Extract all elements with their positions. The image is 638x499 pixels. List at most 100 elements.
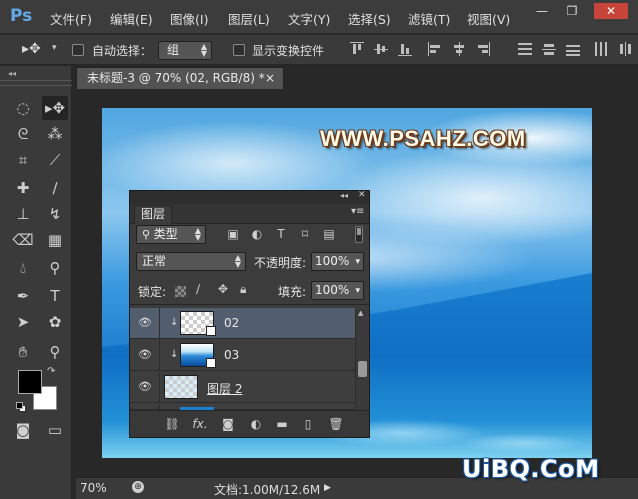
type-tool-icon[interactable]: T	[42, 284, 68, 308]
new-layer-icon[interactable]: ▯	[300, 417, 316, 431]
menu-filter[interactable]: 滤镜(T)	[408, 9, 450, 28]
lasso-tool-icon[interactable]: ᘓ	[10, 122, 36, 146]
distribute-left-icon[interactable]	[594, 42, 608, 56]
distribute-hcenter-icon[interactable]	[618, 42, 632, 56]
crop-tool-icon[interactable]: ⌗	[10, 148, 36, 172]
layer-name[interactable]: 02	[224, 316, 239, 330]
gradient-tool-icon[interactable]: ▦	[42, 228, 68, 252]
screen-mode-icon[interactable]: ▭	[42, 418, 68, 442]
fx-icon[interactable]: fx.	[192, 417, 208, 431]
filter-adjustment-icon[interactable]: ◐	[250, 227, 264, 241]
auto-select-checkbox[interactable]	[72, 44, 84, 56]
close-panel-icon[interactable]: ✕	[358, 190, 366, 200]
filter-toggle[interactable]	[355, 226, 363, 243]
healing-brush-icon[interactable]: ✚	[10, 176, 36, 200]
menu-image[interactable]: 图像(I)	[170, 9, 208, 28]
eye-icon[interactable]: 👁︎	[138, 348, 152, 362]
foreground-color-swatch[interactable]	[18, 370, 42, 394]
menu-edit[interactable]: 编辑(E)	[110, 9, 153, 28]
dodge-tool-icon[interactable]: ⚲	[42, 256, 68, 280]
status-menu-arrow-icon[interactable]: ▶	[324, 483, 331, 493]
filter-shape-icon[interactable]: ⌑	[298, 227, 312, 241]
menu-file[interactable]: 文件(F)	[50, 9, 92, 28]
link-icon[interactable]: ⛓︎	[164, 417, 180, 431]
default-colors-icon[interactable]	[16, 402, 26, 412]
panel-grip[interactable]	[0, 80, 72, 86]
blur-tool-icon[interactable]: 💧︎	[10, 256, 36, 280]
distribute-top-icon[interactable]	[518, 42, 532, 56]
collapse-panel-icon[interactable]: ◂◂	[8, 69, 16, 78]
menu-type[interactable]: 文字(Y)	[288, 9, 330, 28]
align-right-icon[interactable]	[476, 42, 490, 56]
blend-mode-dropdown[interactable]: 正常 ▲ ▼	[136, 252, 246, 271]
layer-row[interactable]: 👁︎ ↓ 02	[130, 308, 355, 339]
fill-field[interactable]: 100% ▾	[311, 281, 364, 300]
align-vcenter-icon[interactable]	[374, 42, 388, 56]
panel-menu-icon[interactable]: ▾≡	[351, 206, 364, 217]
close-window-button[interactable]: ✕	[594, 3, 628, 19]
minimize-button[interactable]: —	[530, 3, 554, 19]
align-hcenter-icon[interactable]	[452, 42, 466, 56]
panel-header[interactable]: ◂◂ ✕	[130, 190, 369, 204]
lock-position-icon[interactable]: ✥	[218, 282, 228, 296]
quick-mask-icon[interactable]: ◙	[10, 418, 36, 442]
status-info-icon[interactable]: ⊕	[132, 481, 144, 493]
history-brush-icon[interactable]: ↯	[42, 202, 68, 226]
photoshop-logo: Ps	[10, 6, 33, 26]
path-selection-icon[interactable]: ➤	[10, 310, 36, 334]
layer-row[interactable]: 👁︎ 图层 2	[130, 372, 355, 403]
collapse-panel-icon[interactable]: ◂◂	[340, 191, 348, 200]
fill-value: 100%	[315, 283, 350, 297]
eye-icon[interactable]: 👁︎	[138, 316, 152, 330]
eyedropper-icon[interactable]: ⟋	[42, 148, 68, 172]
zoom-tool-icon[interactable]: ⚲	[42, 340, 68, 364]
hand-tool-icon[interactable]: ✋︎	[10, 340, 36, 364]
move-tool-preset-icon[interactable]: ▸✥	[22, 41, 41, 57]
lock-all-icon[interactable]: 🔒︎	[240, 282, 246, 297]
layers-scrollbar[interactable]: ▲	[355, 309, 369, 409]
adjustment-icon[interactable]: ◐	[248, 417, 264, 431]
chevron-down-icon[interactable]: ▾	[52, 43, 57, 53]
marquee-tool-icon[interactable]: ◌	[10, 96, 36, 120]
trash-icon[interactable]: 🗑︎	[328, 417, 344, 431]
layer-filter-dropdown[interactable]: ⚲ 类型 ▲ ▼	[136, 225, 206, 244]
distribute-vcenter-icon[interactable]	[542, 42, 556, 56]
distribute-bottom-icon[interactable]	[566, 42, 580, 56]
show-transform-checkbox[interactable]	[233, 44, 245, 56]
auto-select-dropdown[interactable]: 组 ▲ ▼	[158, 41, 212, 60]
document-tab[interactable]: 未标题-3 @ 70% (02, RGB/8) * ×	[76, 67, 284, 89]
magic-wand-icon[interactable]: ⁂	[42, 122, 68, 146]
group-folder-icon[interactable]: ▬	[274, 417, 290, 431]
align-bottom-icon[interactable]	[398, 42, 412, 56]
filter-type-icon[interactable]: T	[274, 227, 288, 241]
lock-transparency-icon[interactable]	[175, 286, 186, 297]
close-tab-icon[interactable]: ×	[265, 68, 275, 88]
menu-view[interactable]: 视图(V)	[467, 9, 510, 28]
layer-name[interactable]: 图层 2	[207, 380, 242, 397]
move-tool-icon[interactable]: ▸✥	[42, 96, 68, 120]
swap-colors-icon[interactable]: ↷	[47, 366, 55, 377]
align-top-icon[interactable]	[350, 42, 364, 56]
layer-name[interactable]: 03	[224, 348, 239, 362]
filter-smart-object-icon[interactable]: ▤	[322, 227, 336, 241]
layer-row[interactable]: 👁︎ ↓ 03	[130, 340, 355, 371]
eye-icon[interactable]: 👁︎	[138, 380, 152, 394]
brush-tool-icon[interactable]: ∕	[42, 176, 68, 200]
restore-button[interactable]: ❐	[560, 3, 584, 19]
pen-tool-icon[interactable]: ✒	[10, 284, 36, 308]
eraser-icon[interactable]: ⌫	[10, 228, 36, 252]
zoom-level[interactable]: 70%	[80, 481, 107, 495]
scroll-up-icon[interactable]: ▲	[358, 309, 363, 317]
auto-select-value: 组	[167, 43, 180, 57]
menu-layer[interactable]: 图层(L)	[228, 9, 270, 28]
scroll-thumb[interactable]	[358, 361, 367, 377]
tab-layers[interactable]: 图层	[134, 205, 173, 224]
mask-icon[interactable]: ◙	[220, 417, 236, 431]
align-left-icon[interactable]	[428, 42, 442, 56]
menu-select[interactable]: 选择(S)	[348, 9, 391, 28]
filter-pixel-icon[interactable]: ▣	[226, 227, 240, 241]
clone-stamp-icon[interactable]: ⊥	[10, 202, 36, 226]
custom-shape-icon[interactable]: ✿	[42, 310, 68, 334]
opacity-field[interactable]: 100% ▾	[311, 252, 364, 271]
lock-pixels-icon[interactable]: ∕	[196, 282, 200, 296]
